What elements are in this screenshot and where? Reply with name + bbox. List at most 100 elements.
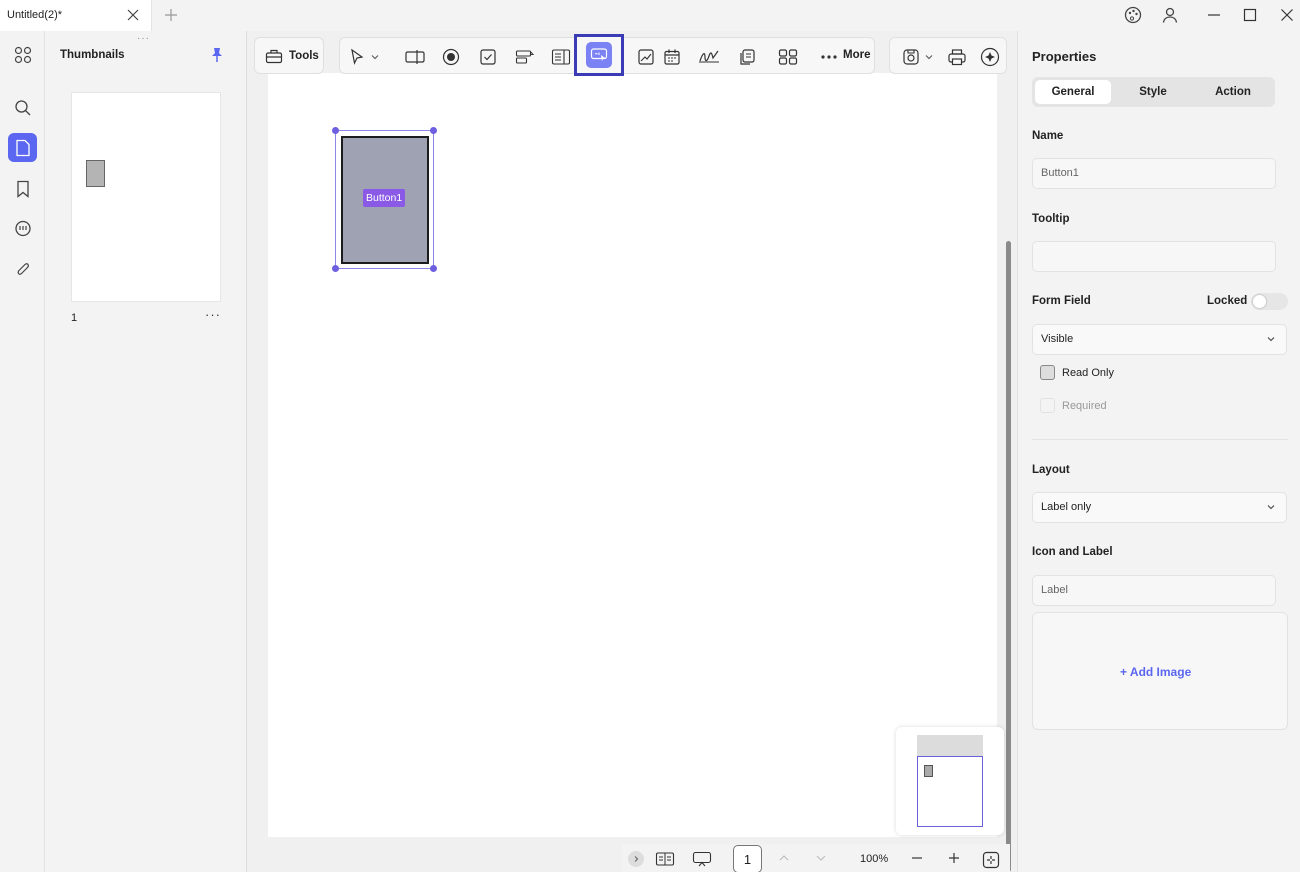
close-tab-icon[interactable]	[126, 8, 140, 22]
thumbnail-button-preview	[86, 160, 105, 187]
tab-general[interactable]: General	[1035, 80, 1111, 104]
add-image-button[interactable]: + Add Image	[1120, 665, 1191, 679]
checkbox-icon[interactable]	[477, 46, 499, 68]
radio-button-icon[interactable]	[440, 46, 462, 68]
zoom-in-icon[interactable]	[947, 851, 961, 865]
comment-icon[interactable]	[8, 214, 37, 243]
more-dots-icon[interactable]	[818, 46, 840, 68]
name-field[interactable]: Button1	[1032, 158, 1276, 189]
label-field[interactable]: Label	[1032, 575, 1276, 606]
document-tab-title: Untitled(2)*	[7, 9, 63, 21]
page-layout-icon[interactable]	[655, 851, 675, 867]
resize-handle-bottom-right[interactable]	[430, 265, 437, 272]
required-checkbox[interactable]	[1040, 398, 1055, 413]
minimize-icon[interactable]	[1204, 6, 1224, 24]
visibility-value: Visible	[1041, 333, 1074, 345]
bookmark-icon[interactable]	[8, 174, 37, 203]
ai-assistant-icon[interactable]	[979, 46, 1001, 68]
image-field-icon[interactable]	[635, 46, 657, 68]
tab-action[interactable]: Action	[1195, 80, 1271, 104]
form-field-label: Form Field	[1032, 295, 1091, 307]
output-toolbar	[889, 37, 1007, 74]
pin-icon[interactable]	[210, 47, 224, 63]
page-number-input[interactable]: 1	[733, 845, 762, 872]
bottom-bar: 1 100%	[622, 844, 1010, 872]
thumbnail-page-number: 1	[71, 312, 78, 324]
visibility-select[interactable]: Visible	[1032, 324, 1287, 355]
form-button-label: Button1	[363, 189, 406, 207]
thumbnails-title: Thumbnails	[60, 49, 125, 61]
zoom-level[interactable]: 100%	[860, 853, 888, 865]
new-tab-icon[interactable]	[164, 8, 178, 22]
button-field-tool[interactable]	[574, 34, 624, 76]
page-thumbnail[interactable]	[71, 92, 221, 302]
date-field-icon[interactable]	[661, 46, 683, 68]
tools-button[interactable]: Tools	[254, 37, 324, 74]
text-field-icon[interactable]	[404, 46, 426, 68]
tab-style[interactable]: Style	[1115, 80, 1191, 104]
resize-handle-bottom-left[interactable]	[332, 265, 339, 272]
resize-handle-top-left[interactable]	[332, 127, 339, 134]
list-box-icon[interactable]	[550, 46, 572, 68]
icon-and-label-title: Icon and Label	[1032, 546, 1113, 558]
previous-page-icon[interactable]	[777, 851, 791, 865]
navigator-previous-area	[917, 735, 983, 756]
properties-panel: Properties General Style Action Name But…	[1017, 31, 1300, 872]
form-button-field[interactable]: Button1	[341, 136, 429, 264]
fit-page-icon[interactable]	[982, 851, 1000, 869]
toggle-knob	[1253, 295, 1266, 308]
navigator-viewport[interactable]	[917, 756, 983, 827]
layout-value: Label only	[1041, 501, 1092, 513]
account-icon[interactable]	[1160, 6, 1180, 24]
panel-resize-grip[interactable]: ···	[137, 33, 150, 44]
required-label: Required	[1062, 400, 1107, 412]
locked-toggle[interactable]	[1251, 293, 1288, 310]
page-navigator[interactable]	[896, 727, 1004, 835]
title-bar: Untitled(2)*	[0, 0, 1300, 31]
combo-box-icon[interactable]	[514, 46, 536, 68]
attachment-icon[interactable]	[8, 255, 37, 284]
thumbnail-more-icon[interactable]: ···	[205, 307, 221, 322]
button-field-icon	[586, 42, 612, 68]
duplicate-field-icon[interactable]	[736, 46, 758, 68]
document-tab[interactable]: Untitled(2)*	[0, 0, 152, 31]
tools-label: Tools	[289, 49, 319, 62]
presentation-icon[interactable]	[692, 851, 712, 867]
left-rail	[0, 31, 45, 872]
name-label: Name	[1032, 130, 1064, 142]
read-only-label: Read Only	[1062, 367, 1114, 379]
print-icon[interactable]	[946, 46, 968, 68]
thumbnails-icon[interactable]	[8, 133, 37, 162]
save-icon[interactable]	[900, 46, 922, 68]
tooltip-field[interactable]	[1032, 241, 1276, 272]
next-page-icon[interactable]	[814, 851, 828, 865]
image-drop-area[interactable]: + Add Image	[1032, 612, 1288, 730]
select-pointer-icon[interactable]	[346, 46, 368, 68]
section-divider	[1032, 439, 1288, 440]
read-only-checkbox[interactable]	[1040, 365, 1055, 380]
chevron-down-icon	[1266, 502, 1276, 512]
chevron-down-icon[interactable]	[368, 46, 382, 68]
arrange-grid-icon[interactable]	[777, 46, 799, 68]
resize-handle-top-right[interactable]	[430, 127, 437, 134]
more-label[interactable]: More	[843, 49, 870, 61]
layout-select[interactable]: Label only	[1032, 492, 1287, 523]
chevron-down-icon	[1266, 334, 1276, 344]
signature-field-icon[interactable]	[698, 46, 720, 68]
maximize-icon[interactable]	[1240, 6, 1260, 24]
thumbnails-panel: ··· Thumbnails 1 ···	[45, 31, 247, 872]
vertical-scrollbar[interactable]	[1006, 241, 1011, 872]
tooltip-label: Tooltip	[1032, 213, 1070, 225]
expand-chevron-icon[interactable]	[628, 851, 644, 867]
close-icon[interactable]	[1277, 6, 1297, 24]
properties-tabs: General Style Action	[1032, 77, 1275, 107]
zoom-out-icon[interactable]	[910, 851, 924, 865]
navigator-button-preview	[924, 765, 933, 777]
locked-label: Locked	[1207, 295, 1248, 307]
theme-icon[interactable]	[1123, 6, 1143, 24]
toolbox-icon	[265, 49, 283, 63]
save-chevron-icon[interactable]	[922, 46, 936, 68]
search-icon[interactable]	[8, 93, 37, 122]
grid-icon[interactable]	[8, 40, 37, 69]
properties-title: Properties	[1032, 49, 1097, 64]
